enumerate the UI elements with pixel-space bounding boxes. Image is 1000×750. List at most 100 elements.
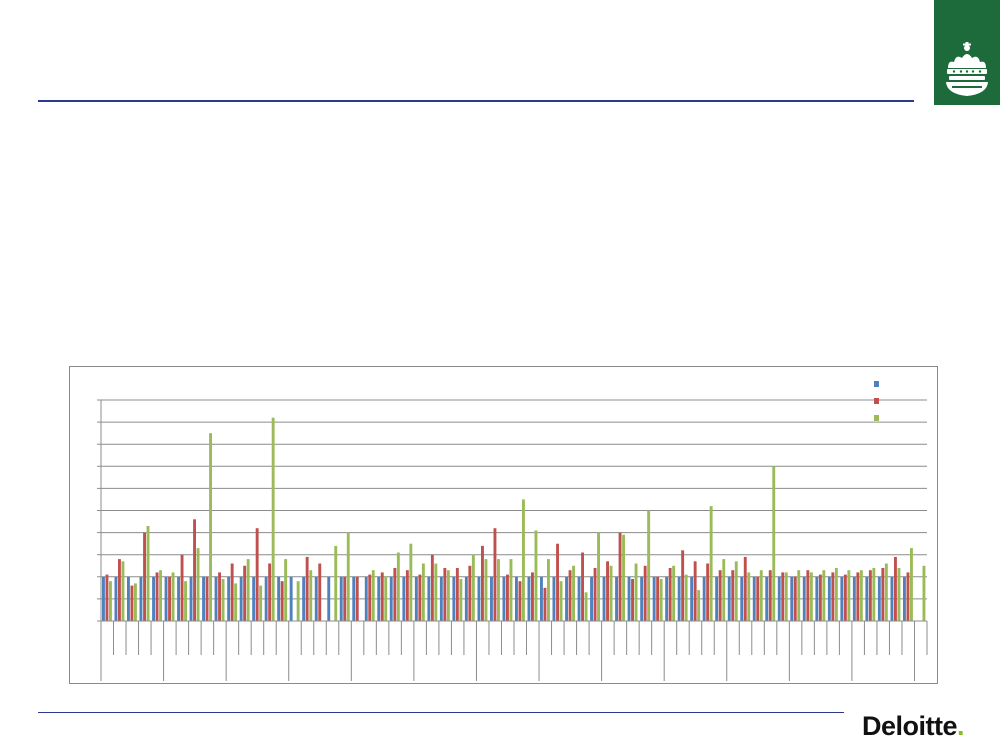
crown-crest-icon: [946, 42, 988, 96]
bar-series-1: [252, 576, 256, 621]
bar-series-1: [402, 576, 406, 621]
bar-series-3: [296, 581, 300, 621]
bar-series-2: [105, 574, 109, 621]
legend-marker-series-1: [874, 381, 879, 387]
bar-series-1: [665, 576, 669, 621]
bar-series-2: [168, 576, 171, 621]
bar-series-3: [647, 510, 651, 621]
bar-series-3: [221, 579, 225, 621]
bar-series-1: [152, 576, 155, 621]
bar-series-3: [684, 574, 688, 621]
bar-series-1: [577, 576, 581, 621]
footer-rule: [38, 712, 844, 713]
legend-marker-series-2: [874, 398, 879, 404]
bar-series-2: [430, 554, 434, 621]
bar-series-1: [827, 576, 831, 621]
bar-series-1: [439, 576, 443, 621]
bar-series-1: [490, 576, 493, 621]
bar-series-2: [868, 570, 872, 621]
bar-series-3: [396, 552, 400, 621]
deloitte-logo: Deloitte.: [862, 708, 965, 744]
bar-series-2: [756, 576, 760, 621]
bar-series-2: [681, 550, 685, 621]
bar-series-3: [809, 572, 813, 621]
bar-series-1: [602, 576, 606, 621]
bar-series-3: [497, 559, 500, 621]
bar-series-2: [243, 565, 247, 622]
bar-series-3: [259, 585, 263, 621]
bar-series-2: [193, 519, 196, 621]
bar-series-2: [343, 576, 347, 621]
bar-series-2: [906, 572, 910, 621]
bar-series-1: [515, 576, 518, 621]
bar-series-3: [897, 568, 901, 621]
bar-series-3: [434, 563, 438, 621]
bar-series-3: [146, 526, 150, 621]
bar-series-3: [847, 570, 851, 621]
bar-series-2: [818, 574, 822, 621]
bar-series-2: [781, 572, 785, 621]
bar-series-2: [143, 532, 146, 621]
bar-series-1: [477, 576, 481, 621]
bar-series-3: [409, 543, 413, 621]
bar-series-1: [177, 576, 180, 621]
bar-series-1: [815, 576, 819, 621]
bar-series-3: [246, 559, 250, 621]
bar-series-1: [289, 576, 293, 621]
bar-series-2: [568, 570, 572, 621]
bar-series-2: [155, 572, 159, 621]
bar-series-1: [903, 576, 906, 621]
bar-series-1: [427, 576, 431, 621]
bar-series-1: [727, 576, 731, 621]
bar-series-3: [346, 532, 350, 621]
bar-series-2: [443, 568, 447, 621]
logo-dot: .: [957, 711, 965, 741]
slide: Deloitte.: [0, 0, 1000, 750]
bar-series-1: [752, 576, 756, 621]
bar-series-3: [446, 570, 450, 621]
bar-series-1: [840, 576, 844, 621]
bar-series-3: [672, 565, 676, 622]
bar-series-3: [522, 499, 525, 621]
bar-series-1: [540, 576, 543, 621]
bar-series-2: [768, 570, 772, 621]
bar-series-1: [552, 576, 556, 621]
bar-series-2: [668, 568, 672, 621]
bar-series-1: [652, 576, 656, 621]
bar-series-1: [164, 576, 168, 621]
bar-series-3: [722, 559, 726, 621]
bar-series-2: [656, 576, 660, 621]
bar-series-2: [468, 565, 472, 622]
bar-series-3: [709, 506, 713, 621]
bar-series-1: [227, 576, 231, 621]
bar-series-1: [389, 576, 393, 621]
bar-series-3: [634, 563, 638, 621]
bar-series-1: [377, 576, 381, 621]
bar-series-2: [218, 572, 221, 621]
bar-series-3: [271, 417, 275, 621]
bar-series-3: [822, 570, 826, 621]
bar-series-2: [743, 556, 747, 621]
bar-series-3: [597, 532, 600, 621]
bar-series-2: [318, 563, 322, 621]
bar-series-1: [765, 576, 769, 621]
bar-series-1: [877, 576, 881, 621]
bar-series-3: [834, 568, 838, 621]
bar-series-1: [452, 576, 456, 621]
bar-series-3: [697, 590, 701, 621]
bar-series-1: [890, 576, 894, 621]
bar-series-3: [196, 548, 200, 621]
bar-series-1: [239, 576, 243, 621]
bar-series-2: [205, 576, 209, 621]
bar-series-2: [894, 556, 897, 621]
bar-series-2: [180, 554, 184, 621]
bar-series-3: [584, 592, 588, 621]
bar-series-3: [547, 559, 550, 621]
bar-series-1: [640, 576, 644, 621]
bar-series-2: [543, 587, 547, 621]
bar-series-3: [484, 559, 488, 621]
bar-series-1: [715, 576, 719, 621]
bar-series-3: [121, 561, 125, 621]
bar-series-3: [922, 565, 926, 622]
bar-series-2: [581, 552, 584, 621]
